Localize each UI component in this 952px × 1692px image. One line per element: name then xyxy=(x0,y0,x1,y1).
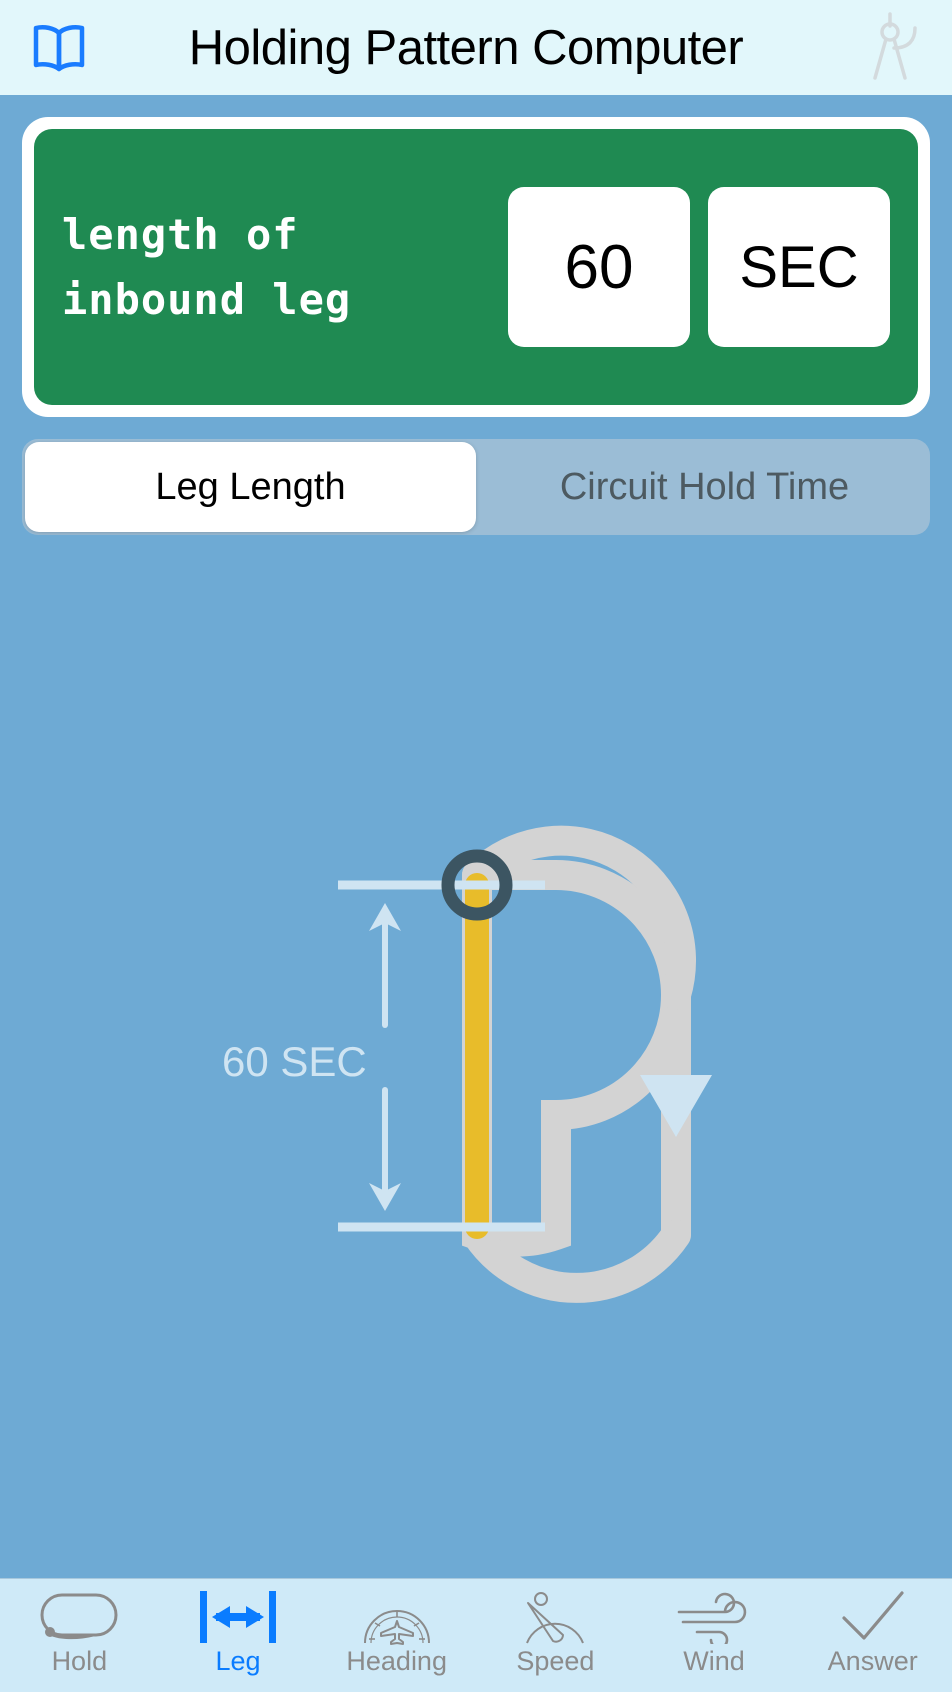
checkmark-icon xyxy=(836,1588,910,1646)
input-card-label: length of inbound leg xyxy=(62,202,490,332)
dimension-arrows xyxy=(369,903,401,1211)
app-root: Holding Pattern Computer length of inbou… xyxy=(0,0,952,1692)
app-header: Holding Pattern Computer xyxy=(0,0,952,95)
holding-pattern-illustration: 60 SEC xyxy=(222,825,712,1303)
compass-divider-icon[interactable] xyxy=(862,11,924,83)
segment-circuit-hold-time[interactable]: Circuit Hold Time xyxy=(479,439,930,535)
input-card-label-line1: length of xyxy=(62,209,299,259)
segment-leg-length[interactable]: Leg Length xyxy=(25,442,476,532)
tab-label-hold: Hold xyxy=(51,1646,108,1676)
tab-label-heading: Heading xyxy=(346,1646,447,1676)
tab-leg[interactable]: Leg xyxy=(159,1579,318,1692)
page-title: Holding Pattern Computer xyxy=(188,20,744,75)
racetrack-track xyxy=(462,825,696,1303)
dimension-label: 60 SEC xyxy=(222,1038,367,1085)
tab-label-wind: Wind xyxy=(683,1646,745,1676)
leg-length-arrow-icon xyxy=(196,1588,280,1646)
direction-arrow-icon xyxy=(640,1075,712,1137)
tab-hold[interactable]: Hold xyxy=(0,1579,159,1692)
leg-length-unit-button[interactable]: SEC xyxy=(708,187,890,347)
tab-label-leg: Leg xyxy=(215,1646,261,1676)
tab-speed[interactable]: Speed xyxy=(476,1579,635,1692)
tab-wind[interactable]: Wind xyxy=(635,1579,794,1692)
wind-icon xyxy=(675,1588,753,1646)
holding-pattern-diagram: 60 SEC xyxy=(0,535,952,1578)
tab-heading[interactable]: Heading xyxy=(317,1579,476,1692)
holding-pattern-icon xyxy=(37,1588,121,1646)
mode-segmented-control[interactable]: Leg Length Circuit Hold Time xyxy=(22,439,930,535)
bottom-tab-bar[interactable]: Hold Leg Heading Speed Wind Answer xyxy=(0,1578,952,1692)
input-card-body: length of inbound leg 60 SEC xyxy=(34,129,918,405)
tab-label-speed: Speed xyxy=(516,1646,595,1676)
input-card: length of inbound leg 60 SEC xyxy=(22,117,930,417)
tab-answer[interactable]: Answer xyxy=(793,1579,952,1692)
heading-compass-icon xyxy=(361,1588,433,1646)
tab-label-answer: Answer xyxy=(827,1646,918,1676)
leg-length-value-field[interactable]: 60 xyxy=(508,187,690,347)
input-card-label-line2: inbound leg xyxy=(62,275,352,324)
speed-gauge-icon xyxy=(519,1588,591,1646)
